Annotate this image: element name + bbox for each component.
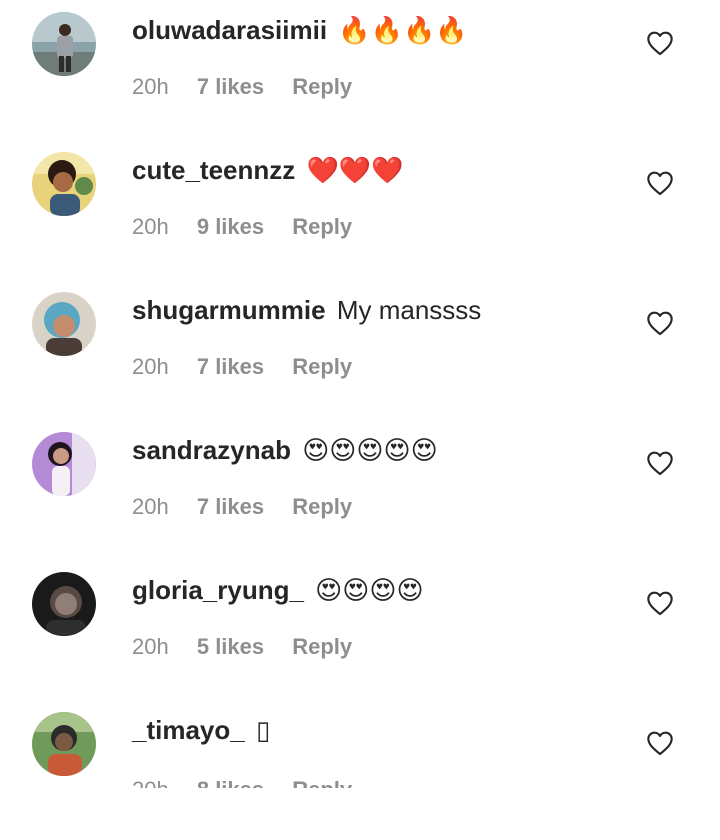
heart-outline-icon xyxy=(647,311,673,336)
reply-button[interactable]: Reply xyxy=(292,494,352,519)
comment-meta: 20h 7 likes Reply xyxy=(132,72,374,102)
comment-item: sandrazynab 😍😍😍😍😍 20h 7 likes Reply xyxy=(0,420,720,560)
reply-button[interactable]: Reply xyxy=(292,74,352,99)
comment-body: _timayo_ ▯ xyxy=(132,712,630,748)
comment-text: My manssss xyxy=(336,295,482,325)
comment-text: ▯ xyxy=(255,715,271,745)
comment-meta: 20h 5 likes Reply xyxy=(132,632,374,662)
like-button[interactable] xyxy=(646,170,674,196)
avatar[interactable] xyxy=(32,12,96,76)
comment-time: 20h xyxy=(132,74,169,99)
comment-likes[interactable]: 7 likes xyxy=(197,494,264,519)
avatar[interactable] xyxy=(32,432,96,496)
comment-text: 😍😍😍😍 xyxy=(315,575,424,605)
reply-button[interactable]: Reply xyxy=(292,634,352,659)
heart-outline-icon xyxy=(647,171,673,196)
comment-item: oluwadarasiimii 🔥🔥🔥🔥 20h 7 likes Reply xyxy=(0,0,720,140)
comment-meta: 20h 9 likes Reply xyxy=(132,212,374,242)
comment-item: _timayo_ ▯ 20h 8 likes Reply xyxy=(0,700,720,840)
reply-button[interactable]: Reply xyxy=(292,777,352,788)
comment-meta: 20h 7 likes Reply xyxy=(132,352,374,382)
comment-username[interactable]: shugarmummie xyxy=(132,295,326,325)
comment-line: _timayo_ ▯ xyxy=(132,712,630,748)
comment-time: 20h xyxy=(132,777,169,788)
comment-likes[interactable]: 9 likes xyxy=(197,214,264,239)
comment-time: 20h xyxy=(132,214,169,239)
comment-item: cute_teennzz ❤️❤️❤️ 20h 9 likes Reply xyxy=(0,140,720,280)
comment-time: 20h xyxy=(132,354,169,379)
comment-body: cute_teennzz ❤️❤️❤️ xyxy=(132,152,630,188)
comment-body: sandrazynab 😍😍😍😍😍 xyxy=(132,432,630,468)
like-button[interactable] xyxy=(646,590,674,616)
comment-body: oluwadarasiimii 🔥🔥🔥🔥 xyxy=(132,12,630,48)
heart-outline-icon xyxy=(647,591,673,616)
like-button[interactable] xyxy=(646,450,674,476)
comment-meta: 20h 7 likes Reply xyxy=(132,492,374,522)
comment-username[interactable]: sandrazynab xyxy=(132,435,291,465)
comment-line: gloria_ryung_ 😍😍😍😍 xyxy=(132,572,630,608)
like-button[interactable] xyxy=(646,310,674,336)
comment-time: 20h xyxy=(132,494,169,519)
comment-item: gloria_ryung_ 😍😍😍😍 20h 5 likes Reply xyxy=(0,560,720,700)
comment-line: cute_teennzz ❤️❤️❤️ xyxy=(132,152,630,188)
heart-outline-icon xyxy=(647,731,673,756)
comment-line: oluwadarasiimii 🔥🔥🔥🔥 xyxy=(132,12,630,48)
like-button[interactable] xyxy=(646,30,674,56)
reply-button[interactable]: Reply xyxy=(292,354,352,379)
avatar[interactable] xyxy=(32,712,96,776)
comment-item: shugarmummie My manssss 20h 7 likes Repl… xyxy=(0,280,720,420)
comment-meta: 20h 8 likes Reply xyxy=(132,775,374,788)
comment-likes[interactable]: 7 likes xyxy=(197,74,264,99)
comment-time: 20h xyxy=(132,634,169,659)
comment-username[interactable]: cute_teennzz xyxy=(132,155,295,185)
comment-text: 🔥🔥🔥🔥 xyxy=(338,15,468,45)
comment-body: shugarmummie My manssss xyxy=(132,292,630,328)
comment-line: sandrazynab 😍😍😍😍😍 xyxy=(132,432,630,468)
comment-line: shugarmummie My manssss xyxy=(132,292,630,328)
heart-outline-icon xyxy=(647,451,673,476)
comment-likes[interactable]: 5 likes xyxy=(197,634,264,659)
comment-username[interactable]: gloria_ryung_ xyxy=(132,575,304,605)
comment-likes[interactable]: 8 likes xyxy=(197,777,264,788)
comment-list: oluwadarasiimii 🔥🔥🔥🔥 20h 7 likes Reply c… xyxy=(0,0,720,840)
heart-outline-icon xyxy=(647,31,673,56)
avatar[interactable] xyxy=(32,572,96,636)
reply-button[interactable]: Reply xyxy=(292,214,352,239)
comment-text: 😍😍😍😍😍 xyxy=(302,435,438,465)
comment-username[interactable]: oluwadarasiimii xyxy=(132,15,327,45)
avatar[interactable] xyxy=(32,152,96,216)
comment-username[interactable]: _timayo_ xyxy=(132,715,245,745)
comment-body: gloria_ryung_ 😍😍😍😍 xyxy=(132,572,630,608)
like-button[interactable] xyxy=(646,730,674,756)
comment-text: ❤️❤️❤️ xyxy=(306,155,404,185)
comment-likes[interactable]: 7 likes xyxy=(197,354,264,379)
avatar[interactable] xyxy=(32,292,96,356)
